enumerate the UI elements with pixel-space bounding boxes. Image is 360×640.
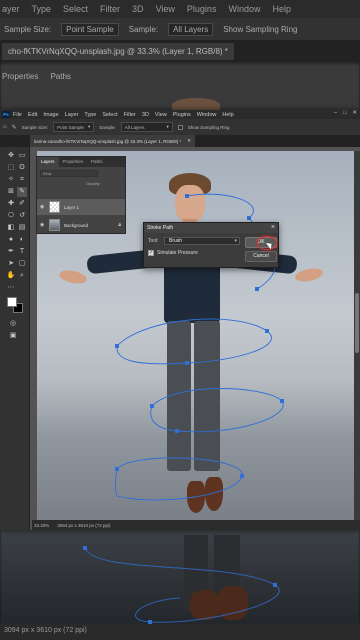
sample-size-label: Sample Size:: [21, 124, 49, 130]
zoom-level[interactable]: 33.33%: [34, 523, 49, 528]
path-select-icon[interactable]: ➤: [6, 259, 16, 269]
photoshop-logo: Ps: [2, 111, 10, 118]
menu-plugins[interactable]: Plugins: [173, 112, 191, 118]
dialog-title: Stroke Path: [144, 223, 278, 233]
tool-select-value: Brush: [169, 238, 183, 244]
scrollbar-thumb[interactable]: [355, 293, 359, 353]
menu-edit[interactable]: Edit: [28, 112, 37, 118]
sample-select[interactable]: All Layers ▾: [120, 122, 173, 132]
sample-value: All Layers: [124, 124, 145, 130]
simulate-pressure-checkbox[interactable]: ✓: [148, 250, 154, 256]
sampling-ring-label: Show Sampling Ring: [187, 124, 230, 130]
tool-select[interactable]: Brush ▾: [164, 237, 240, 245]
opacity-label: Opacity:: [86, 181, 101, 186]
gradient-tool-icon[interactable]: ▤: [17, 223, 27, 233]
healing-brush-icon[interactable]: ✚: [6, 199, 16, 209]
shape-tool-icon[interactable]: ▢: [17, 259, 27, 269]
eraser-tool-icon[interactable]: ◧: [6, 223, 16, 233]
canvas-scrollbar[interactable]: [354, 151, 360, 520]
quick-select-tool-icon[interactable]: ✧: [6, 175, 16, 185]
document-info: 3094 px x 3610 px (72 ppi): [57, 522, 111, 528]
zoom-tool-icon[interactable]: ⌕: [17, 271, 27, 281]
lasso-tool-icon[interactable]: ʘ: [17, 163, 27, 173]
eyedropper-tool-icon[interactable]: ✎: [12, 124, 17, 131]
maximize-icon[interactable]: □: [343, 110, 346, 116]
photoshop-window: Ps File Edit Image Layer Type Select Fil…: [0, 110, 360, 530]
foreground-color-swatch[interactable]: [7, 297, 17, 307]
tab-paths[interactable]: Paths: [87, 157, 107, 167]
sample-label: Sample:: [99, 124, 116, 130]
close-tab-icon[interactable]: ✕: [187, 138, 191, 144]
layers-panel: Layers Properties Paths Kind Opacity: ◉ …: [36, 156, 126, 234]
layer-name: Layer 1: [64, 204, 80, 210]
menu-window[interactable]: Window: [197, 112, 217, 118]
menu-help[interactable]: Help: [222, 112, 233, 118]
layer-filter-select[interactable]: Kind: [40, 170, 98, 177]
menu-select[interactable]: Select: [102, 112, 117, 118]
options-bar: ⌂ ✎ Sample Size: Point Sample ▾ Sample: …: [0, 119, 360, 135]
sample-size-value: Point Sample: [57, 124, 84, 130]
close-window-icon[interactable]: ✕: [352, 110, 357, 116]
menu-image[interactable]: Image: [43, 112, 58, 118]
dodge-tool-icon[interactable]: ◐: [17, 235, 27, 245]
quick-mask-icon[interactable]: ◎: [8, 319, 18, 329]
history-brush-icon[interactable]: ↺: [17, 211, 27, 221]
clone-stamp-icon[interactable]: ⎔: [6, 211, 16, 221]
simulate-pressure-label: Simulate Pressure: [157, 250, 198, 256]
layer-thumbnail: [49, 201, 60, 213]
sample-size-select[interactable]: Point Sample ▾: [53, 122, 95, 132]
menu-type[interactable]: Type: [84, 112, 96, 118]
chevron-down-icon: ▾: [87, 124, 91, 129]
pen-tool-icon[interactable]: ✒: [6, 247, 16, 257]
hand-tool-icon[interactable]: ✋: [6, 271, 16, 281]
chevron-down-icon: ▾: [166, 124, 169, 129]
menu-bar: Ps File Edit Image Layer Type Select Fil…: [0, 110, 360, 119]
layer-row-layer-1[interactable]: ◉ Layer 1: [37, 199, 125, 215]
document-title: karina-carvalho-fKTKVrNqXQQ-unsplash.jpg…: [34, 138, 182, 144]
tool-label: Tool:: [148, 238, 159, 244]
layer-thumbnail: [49, 219, 60, 231]
blur-tool-icon[interactable]: ●: [6, 235, 16, 245]
more-tools-icon[interactable]: ⋯: [6, 283, 16, 293]
artboard-tool-icon[interactable]: ▭: [17, 151, 27, 161]
marquee-tool-icon[interactable]: ⬚: [6, 163, 16, 173]
tab-layers[interactable]: Layers: [37, 157, 59, 167]
layer-opacity-row: Opacity:: [40, 180, 124, 188]
crop-tool-icon[interactable]: ⌗: [17, 175, 27, 185]
brush-tool-icon[interactable]: ✐: [17, 199, 27, 209]
move-tool-icon[interactable]: ✥: [6, 151, 16, 161]
minimize-icon[interactable]: –: [334, 110, 337, 116]
window-controls: – □ ✕: [334, 110, 357, 116]
type-tool-icon[interactable]: T: [17, 247, 27, 257]
eye-icon[interactable]: ◉: [40, 204, 46, 210]
menu-layer[interactable]: Layer: [65, 112, 79, 118]
layers-panel-tabs: Layers Properties Paths: [37, 157, 125, 167]
cancel-button[interactable]: Cancel: [245, 251, 277, 262]
chevron-down-icon: ▾: [234, 238, 237, 244]
layer-name: Background: [64, 222, 89, 228]
background-status-bar: 3094 px x 3610 px (72 ppi): [0, 624, 360, 640]
eye-icon[interactable]: ◉: [40, 222, 46, 228]
close-icon[interactable]: ×: [271, 223, 275, 233]
document-tab-bar: karina-carvalho-fKTKVrNqXQQ-unsplash.jpg…: [0, 135, 360, 147]
layer-row-background[interactable]: ◉ Background 🔒︎: [37, 217, 125, 233]
lock-icon: 🔒︎: [118, 222, 121, 228]
home-icon[interactable]: ⌂: [3, 124, 7, 130]
menu-file[interactable]: File: [13, 112, 22, 118]
sampling-ring-checkbox[interactable]: [177, 124, 183, 130]
status-bar: 33.33% 3094 px x 3610 px (72 ppi): [32, 520, 360, 530]
tools-panel: ✥ ▭ ⬚ ʘ ✧ ⌗ ⊠ ✎ ✚ ✐ ⎔ ↺ ◧ ▤ ● ◐ ✒ T ➤ ▢ …: [0, 147, 30, 530]
document-tab[interactable]: karina-carvalho-fKTKVrNqXQQ-unsplash.jpg…: [30, 135, 195, 147]
menu-filter[interactable]: Filter: [124, 112, 136, 118]
frame-tool-icon[interactable]: ⊠: [6, 187, 16, 197]
menu-3d[interactable]: 3D: [142, 112, 149, 118]
menu-view[interactable]: View: [155, 112, 167, 118]
eyedropper-icon[interactable]: ✎: [17, 187, 27, 197]
screen-mode-icon[interactable]: ▣: [8, 331, 18, 341]
tab-properties[interactable]: Properties: [59, 157, 88, 167]
